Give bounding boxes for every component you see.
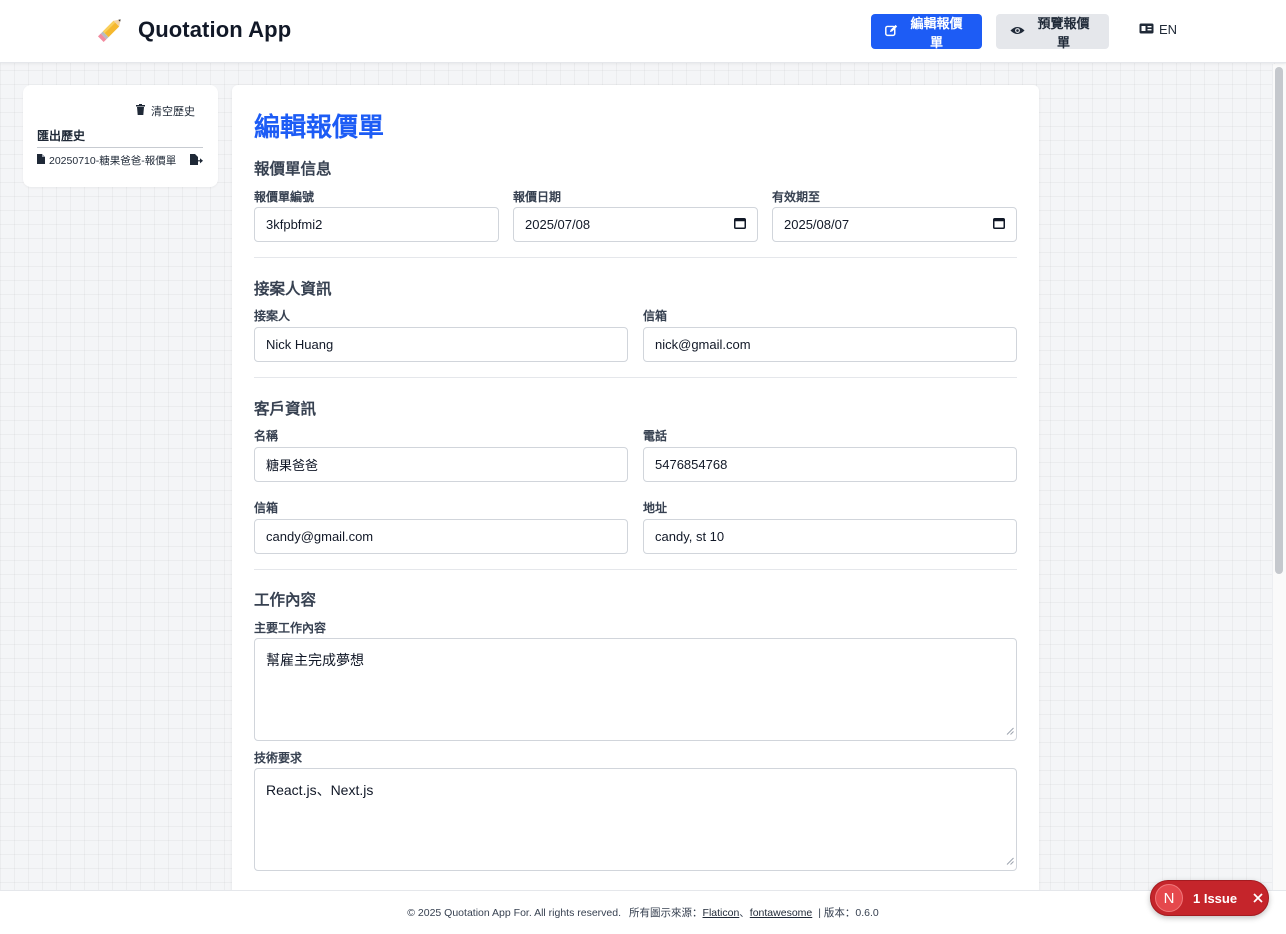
work-content-title: 工作內容 xyxy=(254,592,317,609)
client-address-value: candy, st 10 xyxy=(655,529,725,544)
brand[interactable]: Quotation App xyxy=(94,14,291,46)
main-work-label: 主要工作內容 xyxy=(254,621,327,635)
contact-name-value: Nick Huang xyxy=(266,337,334,352)
history-item[interactable]: 20250710-糖果爸爸-報價單 xyxy=(37,153,203,168)
nextjs-logo-icon: N xyxy=(1155,884,1183,912)
edit-quotation-button[interactable]: 編輯報價單 xyxy=(871,14,982,50)
footer: © 2025 Quotation App For. All rights res… xyxy=(0,890,1286,934)
file-export-icon[interactable] xyxy=(190,153,203,168)
contact-email-label: 信箱 xyxy=(643,309,668,323)
tech-requirements-textarea[interactable]: React.js、Next.js xyxy=(254,768,1017,871)
language-icon xyxy=(1139,22,1154,37)
eye-icon xyxy=(1010,24,1025,39)
preview-quotation-label: 預覽報價單 xyxy=(1037,15,1090,50)
export-history-panel: 清空歷史 匯出歷史 20250710-糖果爸爸-報價單 xyxy=(23,85,218,187)
history-item-name: 20250710-糖果爸爸-報價單 xyxy=(49,155,177,167)
clear-history-label: 清空歷史 xyxy=(151,106,195,118)
contact-email-input[interactable]: nick@gmail.com xyxy=(643,327,1017,362)
client-phone-label: 電話 xyxy=(643,429,668,443)
language-label: EN xyxy=(1159,22,1178,37)
main-work-textarea[interactable]: 幫雇主完成夢想 xyxy=(254,638,1017,741)
quote-date-value: 2025/07/08 xyxy=(525,217,591,232)
client-address-label: 地址 xyxy=(643,501,668,515)
quotation-form-card: 編輯報價單 報價單信息 報價單編號 3kfpbfmi2 報價日期 2025/07… xyxy=(232,85,1039,915)
footer-separator: 、 xyxy=(739,907,750,919)
contact-email-value: nick@gmail.com xyxy=(655,337,751,352)
clear-history-button[interactable]: 清空歷史 xyxy=(136,103,195,119)
page-scrollbar[interactable] xyxy=(1272,64,1286,890)
file-icon xyxy=(37,154,45,167)
section-divider xyxy=(254,257,1017,258)
quote-number-value: 3kfpbfmi2 xyxy=(266,217,323,232)
client-email-value: candy@gmail.com xyxy=(266,529,374,544)
client-info-title: 客戶資訊 xyxy=(254,401,317,418)
flaticon-link[interactable]: Flaticon xyxy=(703,907,740,919)
quote-info-title: 報價單信息 xyxy=(254,161,332,178)
language-switcher[interactable]: EN xyxy=(1139,22,1177,37)
preview-quotation-button[interactable]: 預覽報價單 xyxy=(996,14,1109,50)
quote-number-label: 報價單編號 xyxy=(254,190,315,204)
issue-count-label: 1 Issue xyxy=(1193,890,1238,906)
valid-until-input[interactable]: 2025/08/07 xyxy=(772,207,1017,242)
resize-handle-icon[interactable] xyxy=(1006,852,1014,868)
edit-icon xyxy=(885,24,898,40)
top-bar: Quotation App 編輯報價單 預覽報價單 EN xyxy=(0,0,1286,63)
quote-date-label: 報價日期 xyxy=(513,190,562,204)
edit-quotation-label: 編輯報價單 xyxy=(910,15,963,50)
contact-name-input[interactable]: Nick Huang xyxy=(254,327,628,362)
calendar-icon[interactable] xyxy=(993,217,1005,232)
quote-date-input[interactable]: 2025/07/08 xyxy=(513,207,758,242)
pencil-icon xyxy=(94,14,126,46)
client-email-label: 信箱 xyxy=(254,501,279,515)
contact-info-title: 接案人資訊 xyxy=(254,281,332,298)
client-phone-value: 5476854768 xyxy=(655,457,728,472)
quote-number-input[interactable]: 3kfpbfmi2 xyxy=(254,207,499,242)
client-email-input[interactable]: candy@gmail.com xyxy=(254,519,628,554)
client-name-input[interactable]: 糖果爸爸 xyxy=(254,447,628,482)
client-phone-input[interactable]: 5476854768 xyxy=(643,447,1017,482)
section-divider xyxy=(254,569,1017,570)
tech-requirements-value: React.js、Next.js xyxy=(266,782,374,798)
footer-sources-label: 所有圖示來源： xyxy=(629,907,703,919)
footer-copyright: © 2025 Quotation App For. All rights res… xyxy=(407,906,622,919)
main-work-value: 幫雇主完成夢想 xyxy=(266,652,364,668)
close-icon[interactable] xyxy=(1253,893,1263,903)
tech-requirements-label: 技術要求 xyxy=(254,751,303,765)
valid-until-value: 2025/08/07 xyxy=(784,217,850,232)
resize-handle-icon[interactable] xyxy=(1006,722,1014,738)
calendar-icon[interactable] xyxy=(734,217,746,232)
app-title: Quotation App xyxy=(138,17,292,42)
fontawesome-link[interactable]: fontawesome xyxy=(750,907,812,919)
client-address-input[interactable]: candy, st 10 xyxy=(643,519,1017,554)
client-name-value: 糖果爸爸 xyxy=(266,458,319,473)
footer-version: | 版本：0.6.0 xyxy=(818,907,879,919)
issue-badge[interactable]: N 1 Issue xyxy=(1150,880,1269,916)
contact-name-label: 接案人 xyxy=(254,309,291,323)
client-name-label: 名稱 xyxy=(254,429,279,443)
valid-until-label: 有效期至 xyxy=(772,190,821,204)
section-divider xyxy=(254,377,1017,378)
trash-icon xyxy=(136,104,145,118)
export-history-heading: 匯出歷史 xyxy=(37,127,203,148)
page-title: 編輯報價單 xyxy=(254,112,385,142)
scrollbar-thumb[interactable] xyxy=(1275,67,1283,574)
